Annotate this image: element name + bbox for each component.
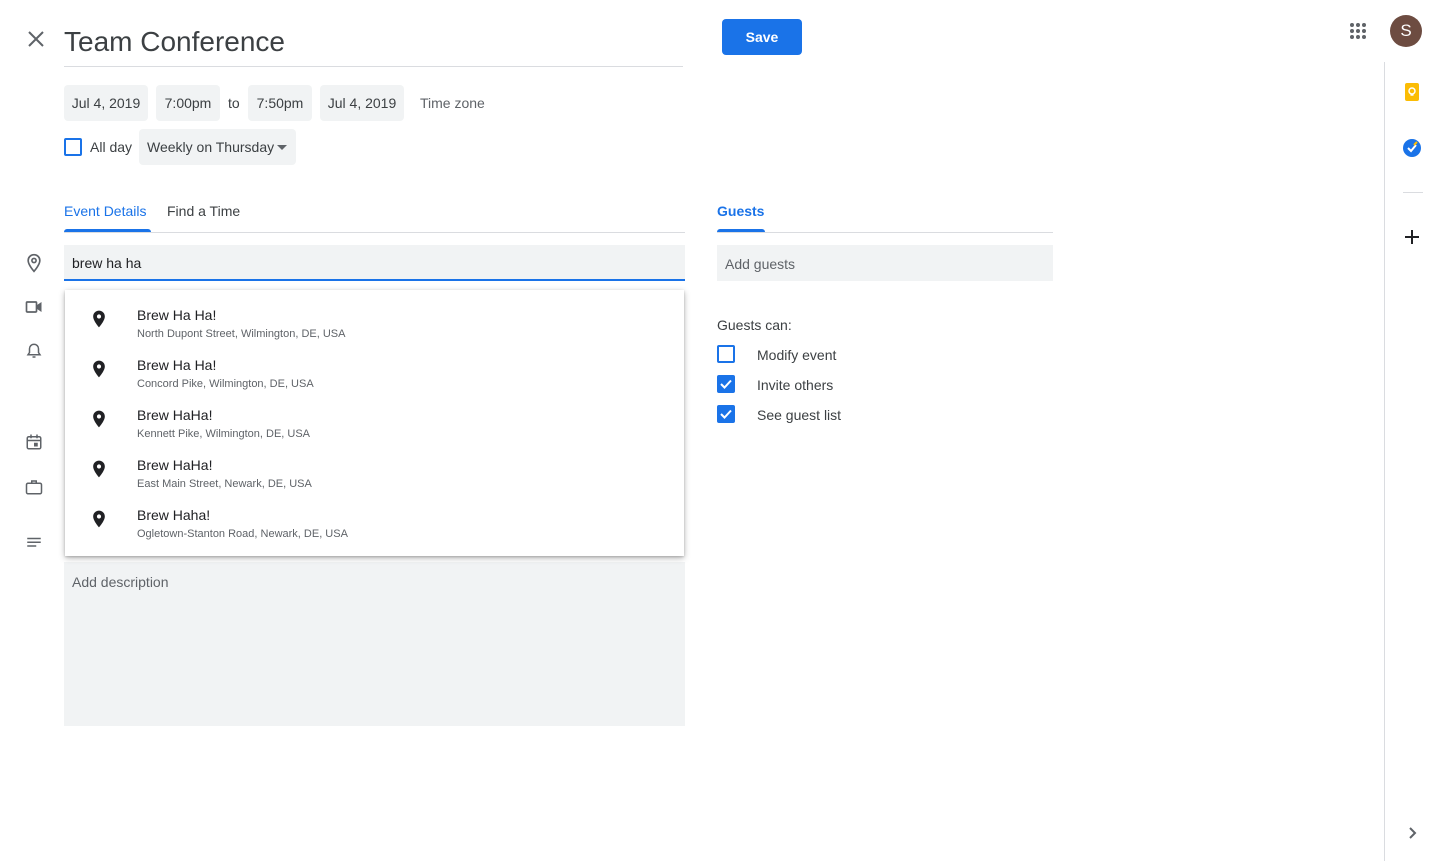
- invite-others-checkbox[interactable]: [717, 375, 735, 393]
- modify-event-checkbox[interactable]: [717, 345, 735, 363]
- list-item[interactable]: Brew Haha! Ogletown-Stanton Road, Newark…: [65, 498, 684, 548]
- see-guest-list-checkbox[interactable]: [717, 405, 735, 423]
- list-item[interactable]: Brew Ha Ha! North Dupont Street, Wilming…: [65, 298, 684, 348]
- suggestion-name: Brew Ha Ha!: [137, 307, 217, 323]
- to-label: to: [228, 95, 240, 111]
- list-item[interactable]: Brew HaHa! Kennett Pike, Wilmington, DE,…: [65, 398, 684, 448]
- side-panel-divider: [1403, 192, 1423, 193]
- end-date-button[interactable]: Jul 4, 2019: [320, 85, 404, 121]
- suggestion-address: East Main Street, Newark, DE, USA: [137, 478, 312, 490]
- start-time-button[interactable]: 7:00pm: [156, 85, 220, 121]
- start-date-button[interactable]: Jul 4, 2019: [64, 85, 148, 121]
- location-pin-icon: [93, 310, 105, 328]
- checkmark-icon: [720, 409, 732, 419]
- briefcase-icon: [22, 475, 46, 499]
- modify-event-label: Modify event: [757, 347, 837, 363]
- tab-find-a-time[interactable]: Find a Time: [167, 203, 240, 219]
- all-day-label: All day: [90, 139, 133, 155]
- tabs-divider: [64, 232, 685, 233]
- see-guest-list-label: See guest list: [757, 407, 842, 423]
- end-time-button[interactable]: 7:50pm: [248, 85, 312, 121]
- suggestion-name: Brew HaHa!: [137, 457, 213, 473]
- guests-permissions-label: Guests can:: [717, 317, 792, 333]
- keep-icon[interactable]: [1400, 80, 1424, 104]
- suggestion-address: North Dupont Street, Wilmington, DE, USA: [137, 328, 346, 340]
- list-item[interactable]: Brew Ha Ha! Concord Pike, Wilmington, DE…: [65, 348, 684, 398]
- side-panel: [1384, 62, 1440, 861]
- repeat-value: Weekly on Thursday: [147, 139, 275, 155]
- event-title-input[interactable]: Team Conference: [64, 18, 683, 67]
- add-guests-input[interactable]: Add guests: [717, 245, 1053, 281]
- suggestion-address: Ogletown-Stanton Road, Newark, DE, USA: [137, 528, 348, 540]
- list-item[interactable]: Brew HaHa! East Main Street, Newark, DE,…: [65, 448, 684, 498]
- location-pin-icon: [22, 251, 46, 275]
- tab-event-details[interactable]: Event Details: [64, 203, 146, 219]
- location-suggestions: Brew Ha Ha! North Dupont Street, Wilming…: [65, 290, 684, 556]
- avatar[interactable]: S: [1390, 15, 1422, 47]
- video-icon: [22, 295, 46, 319]
- tasks-icon[interactable]: [1400, 136, 1424, 160]
- guests-divider: [717, 232, 1053, 233]
- dropdown-caret-icon: [277, 145, 287, 150]
- checkmark-icon: [720, 379, 732, 389]
- bell-icon: [22, 339, 46, 363]
- suggestion-name: Brew HaHa!: [137, 407, 213, 423]
- notes-icon: [22, 531, 46, 555]
- suggestion-name: Brew Haha!: [137, 507, 211, 523]
- suggestion-address: Concord Pike, Wilmington, DE, USA: [137, 378, 314, 390]
- add-icon[interactable]: [1400, 225, 1424, 249]
- repeat-select[interactable]: Weekly on Thursday: [139, 129, 296, 165]
- location-input[interactable]: brew ha ha: [64, 245, 685, 281]
- location-pin-icon: [93, 410, 105, 428]
- invite-others-label: Invite others: [757, 377, 834, 393]
- apps-grid-icon[interactable]: [1344, 17, 1372, 45]
- description-field[interactable]: Add description: [64, 562, 685, 726]
- close-button[interactable]: [20, 23, 52, 55]
- tab-guests[interactable]: Guests: [717, 203, 764, 219]
- timezone-button[interactable]: Time zone: [412, 85, 493, 121]
- close-icon: [28, 31, 44, 47]
- location-pin-icon: [93, 460, 105, 478]
- save-button[interactable]: Save: [722, 19, 802, 55]
- calendar-icon: [22, 430, 46, 454]
- all-day-checkbox[interactable]: [64, 138, 82, 156]
- chevron-right-icon[interactable]: [1400, 821, 1424, 845]
- location-pin-icon: [93, 360, 105, 378]
- suggestion-address: Kennett Pike, Wilmington, DE, USA: [137, 428, 311, 440]
- location-pin-icon: [93, 510, 105, 528]
- suggestion-name: Brew Ha Ha!: [137, 357, 217, 373]
